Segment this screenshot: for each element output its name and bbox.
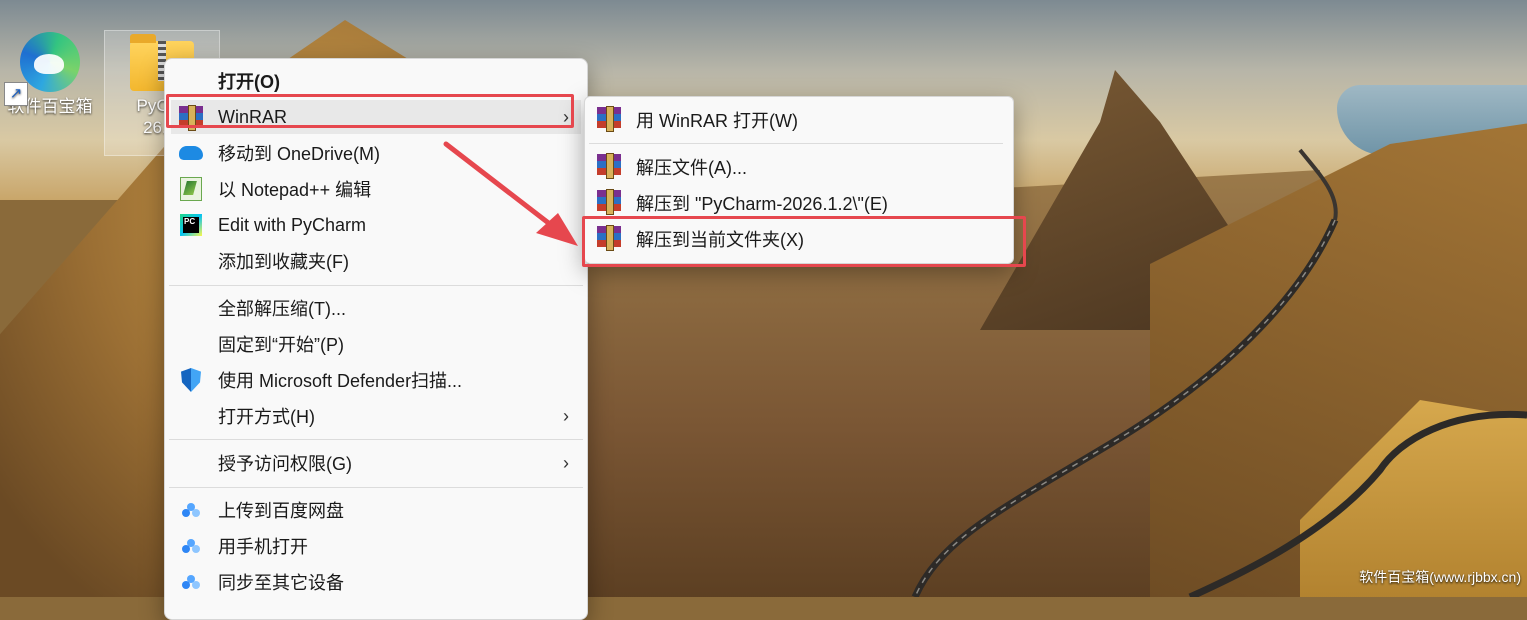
menu-item-edit-pycharm[interactable]: Edit with PyCharm — [171, 208, 581, 242]
menu-item-label: 用手机打开 — [218, 537, 308, 557]
menu-separator — [169, 487, 583, 488]
menu-item-open-on-phone[interactable]: 用手机打开 — [171, 529, 581, 563]
menu-item-open-with[interactable]: 打开方式(H) › — [171, 399, 581, 433]
extract-here-highlight-box — [582, 216, 1026, 267]
winrar-icon — [597, 189, 623, 216]
menu-item-move-to-onedrive[interactable]: 移动到 OneDrive(M) — [171, 136, 581, 170]
edge-browser-icon — [20, 32, 80, 92]
menu-item-label: 移动到 OneDrive(M) — [218, 144, 381, 164]
menu-item-open[interactable]: 打开(O) — [171, 64, 581, 98]
menu-item-label: 使用 Microsoft Defender扫描... — [218, 371, 463, 391]
pycharm-icon — [179, 213, 203, 237]
menu-separator — [169, 285, 583, 286]
baidu-netdisk-icon — [179, 570, 203, 594]
submenu-item-extract-to-folder[interactable]: 解压到 "PyCharm-2026.1.2\"(E) — [591, 186, 1005, 220]
menu-separator — [169, 439, 583, 440]
menu-item-label: 同步至其它设备 — [218, 573, 344, 593]
desktop-shortcut-software-box[interactable]: ↗ 软件百宝箱 — [0, 30, 100, 118]
menu-item-extract-all[interactable]: 全部解压缩(T)... — [171, 291, 581, 325]
chevron-right-icon: › — [563, 405, 569, 426]
menu-item-upload-baidu[interactable]: 上传到百度网盘 — [171, 493, 581, 527]
menu-item-label: Edit with PyCharm — [218, 214, 367, 235]
winrar-item-highlight-box — [166, 94, 574, 128]
submenu-separator — [589, 143, 1003, 144]
menu-item-label: 上传到百度网盘 — [218, 501, 344, 521]
defender-shield-icon — [179, 368, 203, 392]
menu-item-sync-devices[interactable]: 同步至其它设备 — [171, 565, 581, 599]
onedrive-icon — [179, 141, 203, 165]
shortcut-arrow-icon: ↗ — [4, 82, 28, 106]
menu-item-label: 打开方式(H) — [218, 407, 315, 427]
submenu-item-label: 解压文件(A)... — [636, 158, 747, 178]
submenu-item-open-with-winrar[interactable]: 用 WinRAR 打开(W) — [591, 103, 1005, 137]
menu-item-label: 全部解压缩(T)... — [218, 299, 346, 319]
baidu-netdisk-icon — [179, 498, 203, 522]
menu-item-edit-notepadpp[interactable]: 以 Notepad++ 编辑 — [171, 172, 581, 206]
menu-item-grant-access[interactable]: 授予访问权限(G) › — [171, 446, 581, 480]
baidu-netdisk-icon — [179, 534, 203, 558]
menu-item-scan-defender[interactable]: 使用 Microsoft Defender扫描... — [171, 363, 581, 397]
submenu-item-extract-files[interactable]: 解压文件(A)... — [591, 150, 1005, 184]
winrar-icon — [597, 153, 623, 180]
menu-item-label: 添加到收藏夹(F) — [218, 252, 349, 272]
submenu-item-label: 用 WinRAR 打开(W) — [636, 111, 798, 131]
menu-item-add-to-favorites[interactable]: 添加到收藏夹(F) — [171, 244, 581, 278]
menu-item-label: 固定到“开始”(P) — [218, 335, 344, 355]
notepadpp-icon — [179, 177, 203, 201]
menu-item-label: 以 Notepad++ 编辑 — [218, 180, 372, 200]
menu-item-pin-to-start[interactable]: 固定到“开始”(P) — [171, 327, 581, 361]
context-menu: 打开(O) WinRAR › 移动到 OneDrive(M) 以 Notepad… — [164, 58, 588, 620]
winrar-icon — [597, 106, 623, 133]
submenu-item-label: 解压到 "PyCharm-2026.1.2\"(E) — [636, 194, 888, 214]
chevron-right-icon: › — [563, 452, 569, 473]
watermark: 软件百宝箱(www.rjbbx.cn) — [1359, 569, 1521, 585]
menu-item-label: 打开(O) — [218, 72, 280, 92]
menu-item-label: 授予访问权限(G) — [218, 454, 352, 474]
